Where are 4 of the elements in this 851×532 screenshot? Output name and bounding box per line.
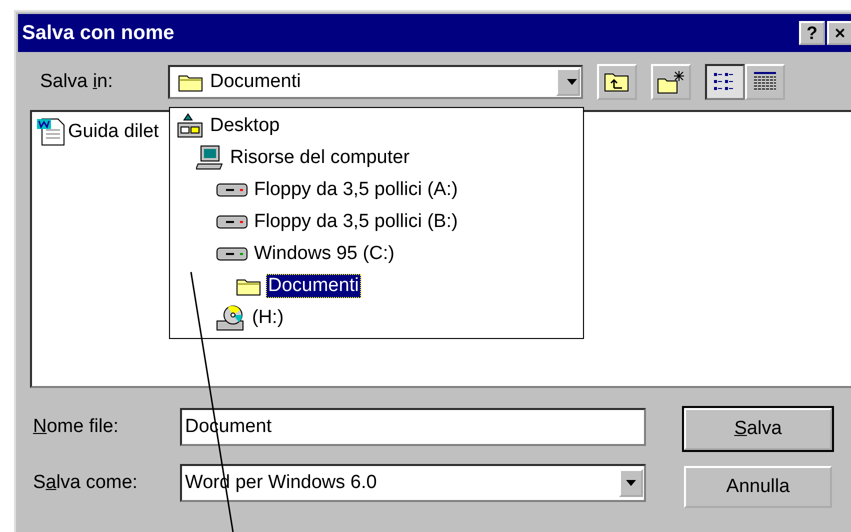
window-title: Salva con nome	[22, 22, 176, 44]
file-name-label: Nome file:	[33, 416, 120, 438]
save-in-label: Salva in:	[40, 71, 114, 93]
save-as-label: Salva come:	[33, 472, 139, 494]
